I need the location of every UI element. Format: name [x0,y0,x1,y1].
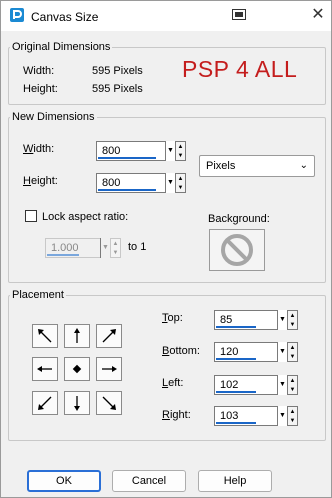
anchor-left-button[interactable] [32,357,58,381]
stepper-up-icon[interactable]: ▲ [289,408,296,416]
top-offset-value[interactable]: 85 [220,314,232,326]
watermark-text: PSP 4 ALL [182,56,298,82]
arrow-down-icon [74,396,80,411]
chevron-down-icon: ▼ [279,412,286,419]
left-offset-slider-bar[interactable] [216,391,256,393]
anchor-top-left-button[interactable] [32,324,58,348]
right-offset-slider-bar[interactable] [216,422,256,424]
no-color-icon [221,234,253,266]
new-dimensions-legend: New Dimensions [12,111,95,123]
anchor-top-right-button[interactable] [96,324,122,348]
units-select[interactable]: Pixels ⌄ [199,155,315,177]
canvas-size-dialog: Canvas Size ✕ Original Dimensions Width:… [0,0,332,498]
left-offset-spinbox[interactable]: 102 ▼ ▲ ▼ [214,375,298,395]
arrow-left-icon [37,366,52,372]
anchor-bottom-left-button[interactable] [32,391,58,415]
left-offset-label: Left: [162,377,184,389]
stepper-up-icon[interactable]: ▲ [177,143,184,151]
anchor-bottom-right-button[interactable] [96,391,122,415]
aspect-ratio-value[interactable]: 1.000 [51,242,79,254]
anchor-top-button[interactable] [64,324,90,348]
stepper-up-icon[interactable]: ▲ [177,175,184,183]
lock-aspect-ratio-label[interactable]: Lock aspect ratio: [42,211,128,223]
new-height-spinbox[interactable]: 800 ▼ ▲ ▼ [96,173,186,193]
chevron-down-icon: ⌄ [299,160,308,171]
new-width-spinbox[interactable]: 800 ▼ ▲ ▼ [96,141,186,161]
center-dot-icon [72,364,82,374]
paintshop-app-icon [10,8,24,22]
chevron-down-icon: ▼ [102,244,109,251]
new-width-label: Width: [23,143,55,155]
right-offset-spinbox[interactable]: 103 ▼ ▲ ▼ [214,406,298,426]
cancel-button[interactable]: Cancel [112,470,186,492]
bottom-offset-slider-bar[interactable] [216,358,256,360]
new-height-label: Height: [23,175,58,187]
stepper-up-icon[interactable]: ▲ [289,344,296,352]
stepper-down-icon[interactable]: ▼ [177,152,184,160]
new-width-slider-bar[interactable] [98,157,156,159]
new-height-value[interactable]: 800 [102,177,120,189]
chevron-down-icon: ▼ [279,348,286,355]
top-offset-spinbox[interactable]: 85 ▼ ▲ ▼ [214,310,298,330]
aspect-ratio-stepper[interactable]: ▲ ▼ [110,238,121,258]
original-height-label: Height: [23,83,58,95]
arrow-up-right-icon [102,329,116,343]
chevron-down-icon: ▼ [279,381,286,388]
new-height-slider-bar[interactable] [98,189,156,191]
title-bar: Canvas Size ✕ [1,1,331,31]
arrow-down-right-icon [102,396,116,410]
original-dimensions-legend: Original Dimensions [12,41,111,53]
window-title: Canvas Size [31,10,99,24]
original-height-value: 595 Pixels [92,83,143,95]
stepper-down-icon[interactable]: ▼ [177,184,184,192]
original-width-label: Width: [23,65,55,77]
right-offset-value[interactable]: 103 [220,410,238,422]
bottom-offset-label: Bottom: [162,345,200,357]
arrow-up-left-icon [38,329,52,343]
stepper-down-icon[interactable]: ▼ [289,417,296,425]
anchor-center-button[interactable] [64,357,90,381]
bottom-offset-value[interactable]: 120 [220,346,238,358]
help-button[interactable]: Help [198,470,272,492]
stepper-down-icon[interactable]: ▼ [289,353,296,361]
left-offset-stepper[interactable]: ▲ ▼ [287,375,298,395]
top-offset-label: Top: [162,312,183,324]
stepper-down-icon[interactable]: ▼ [289,386,296,394]
new-width-stepper[interactable]: ▲ ▼ [175,141,186,161]
background-label: Background: [208,213,270,225]
new-height-stepper[interactable]: ▲ ▼ [175,173,186,193]
aspect-ratio-slider-bar [47,254,79,256]
placement-legend: Placement [12,289,64,301]
right-offset-label: Right: [162,409,191,421]
top-offset-stepper[interactable]: ▲ ▼ [287,310,298,330]
background-color-swatch[interactable] [209,229,265,271]
top-offset-slider-bar[interactable] [216,326,256,328]
aspect-ratio-to-label: to 1 [128,241,147,253]
stepper-up-icon[interactable]: ▲ [289,377,296,385]
stepper-up-icon[interactable]: ▲ [289,312,296,320]
new-width-value[interactable]: 800 [102,145,120,157]
right-offset-stepper[interactable]: ▲ ▼ [287,406,298,426]
chevron-down-icon: ▼ [167,179,174,186]
original-width-value: 595 Pixels [92,65,143,77]
chevron-down-icon: ▼ [167,147,174,154]
units-select-value: Pixels [206,160,236,172]
left-offset-value[interactable]: 102 [220,379,238,391]
stepper-up-icon[interactable]: ▲ [112,240,119,248]
lock-aspect-ratio-checkbox[interactable] [25,210,37,222]
bottom-offset-spinbox[interactable]: 120 ▼ ▲ ▼ [214,342,298,362]
arrow-right-icon [102,366,117,372]
aspect-ratio-spinbox[interactable]: 1.000 ▼ ▲ ▼ [45,238,121,258]
arrow-up-icon [74,328,80,343]
arrow-down-left-icon [38,396,52,410]
stepper-down-icon[interactable]: ▼ [289,321,296,329]
stepper-down-icon[interactable]: ▼ [112,249,119,257]
anchor-right-button[interactable] [96,357,122,381]
close-button[interactable]: ✕ [307,5,329,25]
bottom-offset-stepper[interactable]: ▲ ▼ [287,342,298,362]
chevron-down-icon: ▼ [279,316,286,323]
anchor-bottom-button[interactable] [64,391,90,415]
screenshot-icon[interactable] [232,9,246,20]
ok-button[interactable]: OK [27,470,101,492]
